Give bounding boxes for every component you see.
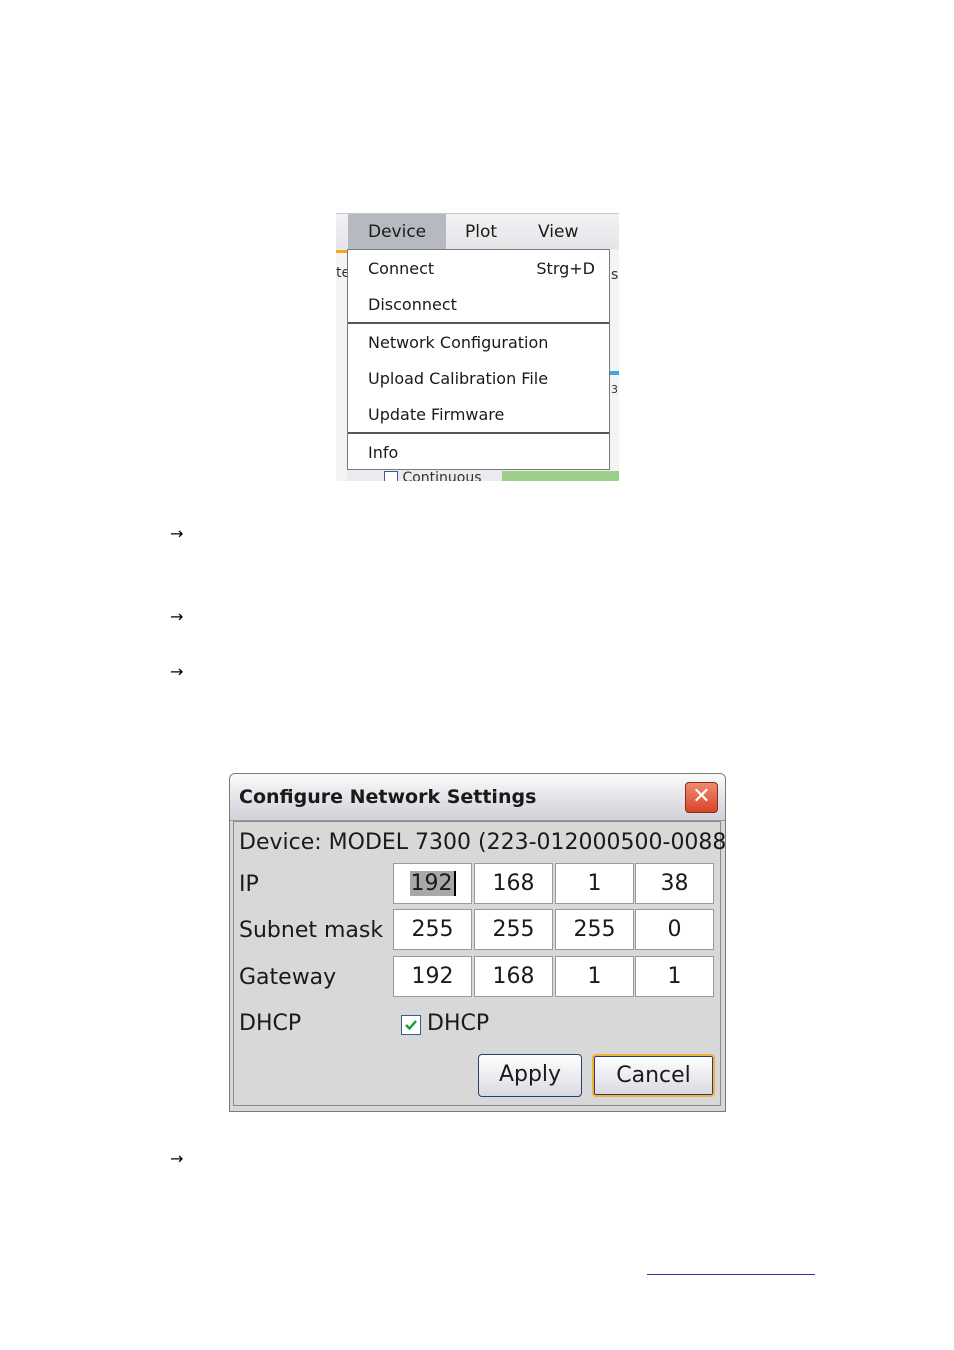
- arrow-bullet-icon: →: [170, 1149, 184, 1168]
- subnet-mask-label: Subnet mask: [239, 918, 384, 943]
- background-text-fragment: 3: [611, 383, 618, 396]
- background-checkbox-continuous: Continuous: [384, 471, 482, 481]
- dialog-titlebar: Configure Network Settings ✕: [230, 774, 725, 821]
- close-button[interactable]: ✕: [685, 782, 718, 813]
- menu-view[interactable]: View: [518, 214, 598, 250]
- menu-separator: [348, 432, 609, 434]
- menu-separator: [348, 322, 609, 324]
- menu-item-info[interactable]: Info: [368, 436, 595, 470]
- device-menu-screenshot: te s 3 Continuous Device Plot View Conne…: [336, 213, 619, 481]
- dhcp-label: DHCP: [239, 1011, 302, 1036]
- arrow-bullet-icon: →: [170, 662, 184, 681]
- cancel-button[interactable]: Cancel: [592, 1054, 715, 1097]
- dhcp-checkbox-label[interactable]: DHCP: [427, 1011, 489, 1036]
- subnet-octet-2-input[interactable]: 255: [474, 909, 553, 950]
- gateway-octet-4-input[interactable]: 1: [635, 956, 714, 997]
- gateway-octet-2-input[interactable]: 168: [474, 956, 553, 997]
- menu-item-update-firmware[interactable]: Update Firmware: [368, 398, 595, 432]
- apply-button[interactable]: Apply: [478, 1054, 582, 1097]
- gateway-octet-3-input[interactable]: 1: [555, 956, 634, 997]
- shortcut-label: Strg+D: [536, 259, 595, 278]
- device-dropdown-menu: Connect Strg+D Disconnect Network Config…: [347, 249, 610, 470]
- menu-device[interactable]: Device: [348, 214, 447, 250]
- background-panel-left: [336, 250, 347, 481]
- background-text-fragment: s: [611, 267, 619, 283]
- checkbox-icon: [384, 471, 398, 481]
- menubar: Device Plot View: [336, 213, 619, 250]
- subnet-octet-3-input[interactable]: 255: [555, 909, 634, 950]
- menu-item-upload-calibration-file[interactable]: Upload Calibration File: [368, 362, 595, 396]
- ip-octet-3-input[interactable]: 1: [555, 863, 634, 904]
- background-accent-orange: [336, 250, 347, 253]
- menu-plot[interactable]: Plot: [445, 214, 517, 250]
- menu-item-network-configuration[interactable]: Network Configuration: [368, 326, 595, 360]
- footer-link-underline[interactable]: [647, 1274, 815, 1275]
- ip-octet-4-input[interactable]: 38: [635, 863, 714, 904]
- dhcp-checkbox[interactable]: [401, 1015, 421, 1035]
- menu-item-connect[interactable]: Connect Strg+D: [368, 252, 595, 286]
- checkmark-icon: [405, 1020, 417, 1031]
- background-accent-blue: [610, 371, 619, 375]
- dialog-body: Device: MODEL 7300 (223-012000500-0088) …: [233, 821, 725, 1106]
- ip-octet-1-input[interactable]: 192: [393, 863, 472, 904]
- arrow-bullet-icon: →: [170, 524, 184, 543]
- device-info: Device: MODEL 7300 (223-012000500-0088): [239, 830, 726, 855]
- ip-label: IP: [239, 872, 259, 897]
- configure-network-settings-dialog: Configure Network Settings ✕ Device: MOD…: [229, 773, 726, 1112]
- arrow-bullet-icon: →: [170, 607, 184, 626]
- subnet-octet-4-input[interactable]: 0: [635, 909, 714, 950]
- ip-octet-2-input[interactable]: 168: [474, 863, 553, 904]
- subnet-octet-1-input[interactable]: 255: [393, 909, 472, 950]
- background-accent-green: [502, 471, 619, 481]
- background-panel-right: [610, 250, 619, 481]
- gateway-octet-1-input[interactable]: 192: [393, 956, 472, 997]
- menu-item-disconnect[interactable]: Disconnect: [368, 288, 595, 322]
- close-icon: ✕: [692, 784, 711, 809]
- dialog-title: Configure Network Settings: [239, 786, 537, 808]
- gateway-label: Gateway: [239, 965, 337, 990]
